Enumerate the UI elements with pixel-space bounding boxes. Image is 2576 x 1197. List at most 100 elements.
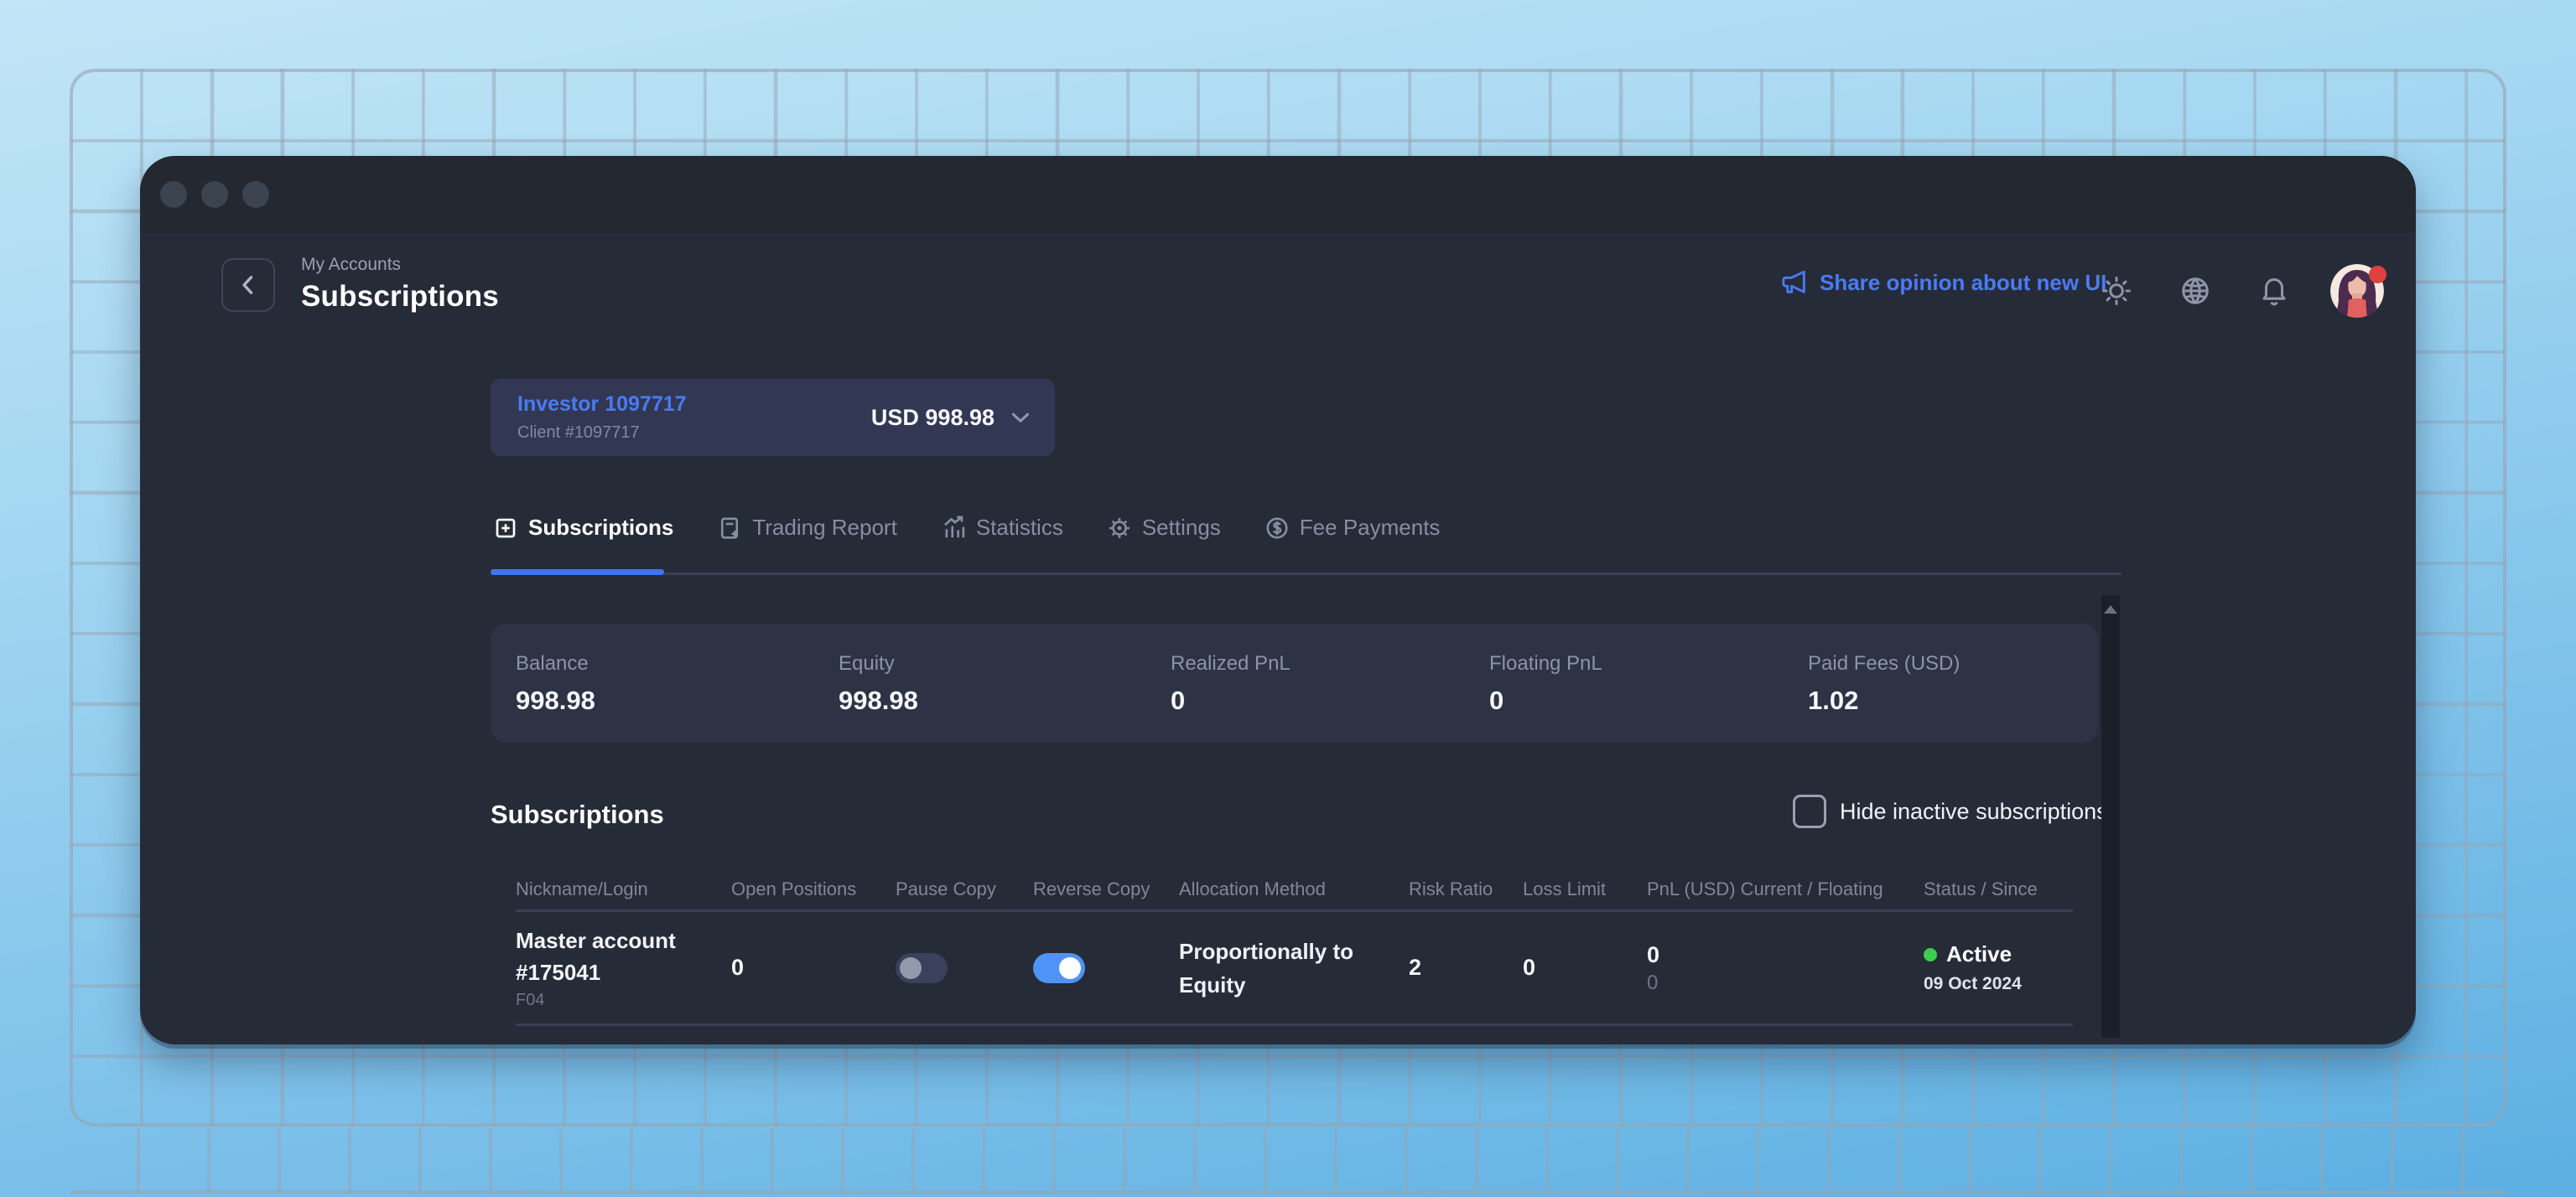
stat-label: Balance [516, 652, 595, 676]
table-header-row: Nickname/Login Open Positions Pause Copy… [516, 860, 2073, 912]
tab-label: Subscriptions [528, 515, 673, 541]
stat-value: 0 [1489, 686, 1602, 716]
status-cell: Active 09 Oct 2024 [1924, 941, 2073, 994]
hide-inactive-control[interactable]: Hide inactive subscriptions [1793, 795, 2108, 828]
tab-statistics[interactable]: Statistics [941, 515, 1063, 541]
tab-trading-report[interactable]: Trading Report [717, 515, 896, 541]
col-nickname-login: Nickname/Login [516, 860, 731, 900]
login: #175041 [516, 956, 731, 988]
stat-value: 998.98 [839, 686, 918, 716]
stat-value: 998.98 [516, 686, 595, 716]
stat-paid-fees: Paid Fees (USD) 1.02 [1808, 652, 1960, 716]
window-control-minimize[interactable] [201, 181, 228, 208]
vertical-scrollbar[interactable] [2101, 595, 2120, 1038]
pnl-cell: 0 0 [1647, 940, 1924, 997]
active-tab-underline [491, 569, 664, 575]
tab-settings[interactable]: Settings [1107, 515, 1221, 541]
status-text: Active [1946, 941, 2012, 967]
breadcrumb: My Accounts [301, 255, 499, 275]
notifications-button[interactable] [2258, 275, 2290, 307]
reverse-copy-toggle[interactable] [1033, 953, 1085, 983]
hide-inactive-label: Hide inactive subscriptions [1840, 799, 2108, 825]
share-opinion-link[interactable]: Share opinion about new UI [1780, 268, 2106, 297]
tab-subscriptions[interactable]: Subscriptions [493, 515, 673, 541]
stat-equity: Equity 998.98 [839, 652, 918, 716]
window-titlebar [140, 156, 2416, 233]
tab-label: Settings [1142, 515, 1221, 541]
status-line: Active [1924, 941, 2073, 967]
stat-balance: Balance 998.98 [516, 652, 595, 716]
tab-bar: Subscriptions Trading Report Statistics … [493, 515, 1440, 541]
megaphone-icon [1780, 268, 1809, 297]
stat-label: Paid Fees (USD) [1808, 652, 1960, 676]
col-risk-ratio: Risk Ratio [1409, 860, 1523, 900]
window-control-close[interactable] [160, 181, 187, 208]
stat-label: Equity [839, 652, 918, 676]
account-name: Investor 1097717 [517, 392, 687, 417]
theme-toggle-button[interactable] [2101, 275, 2132, 307]
pnl-floating: 0 [1647, 970, 1924, 997]
scroll-up-arrow-icon[interactable] [2104, 605, 2117, 614]
col-pnl: PnL (USD) Current / Floating [1647, 860, 1924, 900]
toggle-knob [1059, 957, 1081, 979]
table-row: Master account #175041 F04 0 Proportiona… [516, 912, 2073, 1026]
stat-label: Floating PnL [1489, 652, 1602, 676]
gear-icon [1107, 516, 1132, 541]
hide-inactive-checkbox[interactable] [1793, 795, 1826, 828]
stat-realized-pnl: Realized PnL 0 [1171, 652, 1291, 716]
app-window: My Accounts Subscriptions Share opinion … [140, 156, 2416, 1044]
nickname-cell[interactable]: Master account #175041 F04 [516, 925, 731, 1012]
col-status-since: Status / Since [1924, 860, 2073, 900]
tab-label: Trading Report [752, 515, 896, 541]
nickname: Master account [516, 925, 731, 956]
col-open-positions: Open Positions [731, 860, 896, 900]
chevron-down-icon [1006, 403, 1035, 432]
stat-value: 1.02 [1808, 686, 1960, 716]
account-balance: USD 998.98 [871, 405, 995, 431]
desktop-background: { "header": { "breadcrumb": "My Accounts… [0, 0, 2576, 1197]
allocation-method-value: Proportionally to Equity [1179, 935, 1409, 1002]
chevron-left-icon [234, 271, 262, 299]
open-positions-value: 0 [731, 955, 896, 981]
globe-icon [2179, 275, 2211, 307]
bell-icon [2258, 275, 2290, 307]
pause-copy-toggle[interactable] [896, 953, 948, 983]
col-reverse-copy: Reverse Copy [1033, 860, 1179, 900]
board-plus-icon [493, 516, 518, 541]
col-pause-copy: Pause Copy [896, 860, 1033, 900]
avatar-notification-dot [2369, 266, 2386, 283]
back-button[interactable] [221, 258, 275, 312]
account-balance-block: USD 998.98 [871, 403, 1035, 432]
subscriptions-table: Nickname/Login Open Positions Pause Copy… [491, 860, 2098, 1026]
reverse-copy-cell [1033, 953, 1179, 983]
risk-ratio-value: 2 [1409, 955, 1523, 981]
col-loss-limit: Loss Limit [1523, 860, 1647, 900]
page-heading-block: My Accounts Subscriptions [301, 255, 499, 314]
account-client-id: Client #1097717 [517, 423, 687, 443]
stat-value: 0 [1171, 686, 1291, 716]
tab-fee-payments[interactable]: Fee Payments [1265, 515, 1441, 541]
account-selector-dropdown[interactable]: Investor 1097717 Client #1097717 USD 998… [491, 379, 1055, 456]
pnl-current: 0 [1647, 940, 1924, 970]
since-date: 09 Oct 2024 [1924, 974, 2073, 994]
tab-label: Statistics [976, 515, 1063, 541]
col-allocation-method: Allocation Method [1179, 860, 1409, 900]
status-active-dot [1924, 948, 1937, 961]
language-button[interactable] [2179, 275, 2211, 307]
page-title: Subscriptions [301, 280, 499, 314]
share-opinion-label: Share opinion about new UI [1820, 270, 2106, 296]
group-tag: F04 [516, 988, 731, 1012]
toggle-knob [900, 957, 922, 979]
blueprint-grid-extension [70, 1128, 2506, 1194]
document-plus-icon [717, 516, 742, 541]
bar-chart-icon [941, 516, 966, 541]
stat-label: Realized PnL [1171, 652, 1291, 676]
tab-label: Fee Payments [1300, 515, 1441, 541]
tab-divider [491, 573, 2122, 575]
dollar-circle-icon [1265, 516, 1290, 541]
loss-limit-value: 0 [1523, 955, 1647, 981]
subscriptions-heading: Subscriptions [491, 800, 664, 830]
pause-copy-cell [896, 953, 1033, 983]
window-control-maximize[interactable] [242, 181, 269, 208]
account-info: Investor 1097717 Client #1097717 [517, 392, 687, 443]
